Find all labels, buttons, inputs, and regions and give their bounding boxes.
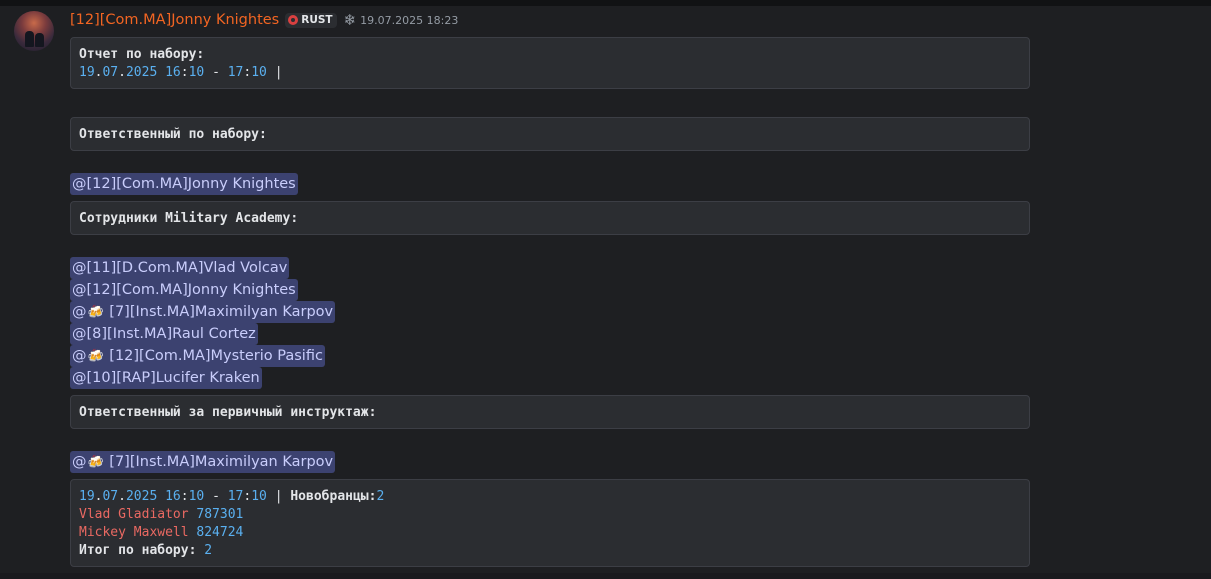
responsible-label: Ответственный по набору: [79, 127, 267, 142]
mention-text: [8][Inst.MA]Raul Cortez [86, 326, 256, 342]
mention-at: @ [72, 260, 87, 276]
total-value: 2 [204, 543, 213, 558]
mention-at: @ [72, 370, 87, 386]
staff-label: Сотрудники Military Academy: [79, 211, 299, 226]
mention-at: @ [72, 326, 87, 342]
server-tag[interactable]: RUST [285, 12, 337, 28]
snowflake-icon: ❄ [343, 10, 357, 29]
recruits-count: 2 [376, 489, 385, 504]
mention-text: [7][Inst.MA]Maximilyan Karpov [109, 304, 334, 320]
mention-at: @ [72, 282, 87, 298]
staff-code-block: Сотрудники Military Academy: [70, 201, 1030, 235]
report-date-year: 2025 [125, 65, 158, 80]
recruits-label: Новобранцы: [290, 489, 377, 504]
avatar-figure [35, 33, 44, 47]
beer-emoji-icon: 🍻 [87, 455, 104, 470]
mention-at: @ [72, 348, 87, 364]
mention-text: [7][Inst.MA]Maximilyan Karpov [109, 454, 334, 470]
responsible-code-block: Ответственный по набору: [70, 117, 1030, 151]
mention-staff[interactable]: @[11][D.Com.MA]Vlad Volcav [70, 257, 290, 279]
server-tag-label: RUST [301, 14, 333, 26]
recruit-id: 787301 [196, 507, 244, 522]
summary-date-month: 07 [102, 489, 119, 504]
report-date-month: 07 [102, 65, 119, 80]
instructor-label: Ответственный за первичный инструктаж: [79, 405, 377, 420]
beer-emoji-icon: 🍻 [87, 349, 104, 364]
beer-emoji-icon: 🍻 [87, 305, 104, 320]
report-code-block: Отчет по набору: 19.07.2025 16:10 - 17:1… [70, 37, 1030, 89]
report-date-day: 19 [79, 65, 95, 80]
summary-start-hour: 16 [165, 489, 181, 504]
summary-date-day: 19 [79, 489, 95, 504]
mention-staff[interactable]: @🍻 [7][Inst.MA]Maximilyan Karpov [70, 301, 336, 323]
mention-text: [12][Com.MA]Jonny Knightes [86, 282, 296, 298]
mention-text: [10][RAP]Lucifer Kraken [86, 370, 260, 386]
report-end-minute: 10 [251, 65, 267, 80]
server-tag-icon [288, 15, 299, 25]
instructor-code-block: Ответственный за первичный инструктаж: [70, 395, 1030, 429]
report-start-minute: 10 [188, 65, 205, 80]
summary-end-minute: 10 [251, 489, 267, 504]
summary-start-minute: 10 [188, 489, 205, 504]
message-header: [12][Com.MA]Jonny Knightes RUST ❄ 19.07.… [70, 10, 458, 30]
mention-at: @ [72, 454, 87, 470]
mention-staff[interactable]: @[10][RAP]Lucifer Kraken [70, 367, 262, 389]
report-end-hour: 17 [227, 65, 244, 80]
avatar[interactable] [14, 11, 54, 51]
mention-staff[interactable]: @[12][Com.MA]Jonny Knightes [70, 279, 298, 301]
timestamp[interactable]: 19.07.2025 18:23 [360, 14, 458, 27]
mention-text: [11][D.Com.MA]Vlad Volcav [86, 260, 288, 276]
mention-at: @ [72, 304, 87, 320]
total-label: Итог по набору: [79, 543, 205, 558]
report-start-hour: 16 [165, 65, 181, 80]
mention-staff[interactable]: @[8][Inst.MA]Raul Cortez [70, 323, 258, 345]
report-title: Отчет по набору: [79, 47, 205, 62]
report-separator: | [266, 65, 291, 80]
username[interactable]: [12][Com.MA]Jonny Knightes [70, 12, 279, 28]
mention-text: [12][Com.MA]Mysterio Pasific [109, 348, 323, 364]
recruit-id: 824724 [196, 525, 244, 540]
summary-end-hour: 17 [227, 489, 244, 504]
mention-responsible[interactable]: @[12][Com.MA]Jonny Knightes [70, 173, 298, 195]
summary-code-block: 19.07.2025 16:10 - 17:10 | Новобранцы:2 … [70, 479, 1030, 567]
recruit-name: Mickey Maxwell [79, 525, 189, 540]
recruit-name: Vlad Gladiator [79, 507, 189, 522]
summary-date-year: 2025 [125, 489, 158, 504]
avatar-figure [25, 31, 34, 47]
mention-staff[interactable]: @🍻 [12][Com.MA]Mysterio Pasific [70, 345, 325, 367]
mention-instructor[interactable]: @🍻 [7][Inst.MA]Maximilyan Karpov [70, 451, 336, 473]
